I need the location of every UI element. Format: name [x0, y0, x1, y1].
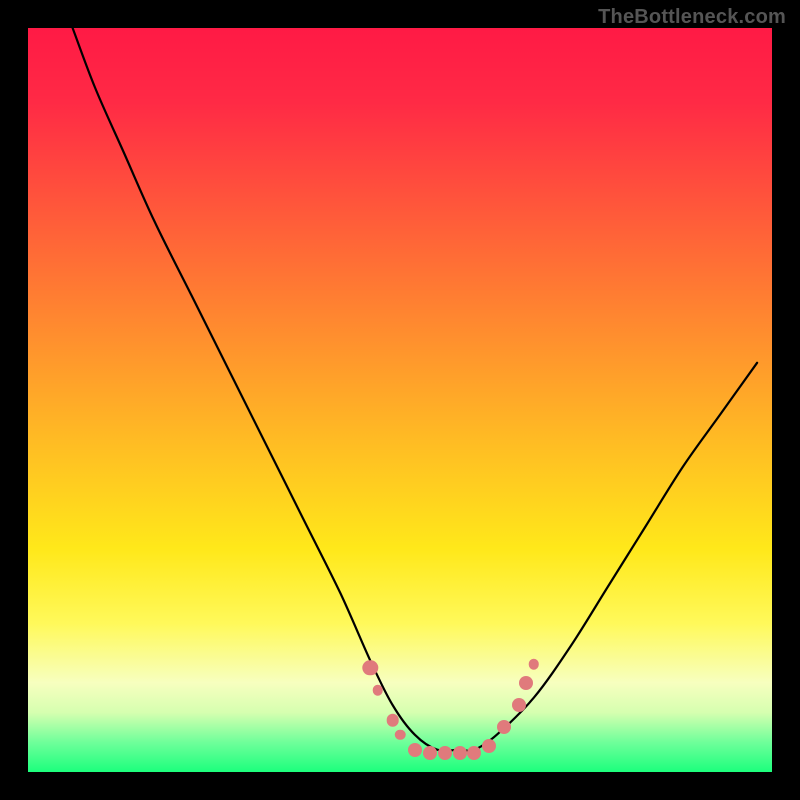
curve-marker — [497, 720, 511, 734]
curve-marker — [512, 698, 526, 712]
curve-marker — [438, 746, 452, 760]
curve-marker — [453, 746, 467, 760]
curve-marker — [482, 739, 496, 753]
curve-marker — [467, 746, 481, 760]
curve-marker — [372, 685, 383, 696]
curve-svg — [28, 28, 772, 772]
plot-area — [28, 28, 772, 772]
watermark-text: TheBottleneck.com — [598, 6, 786, 29]
curve-marker — [519, 676, 533, 690]
curve-marker — [395, 730, 406, 741]
bottleneck-curve — [73, 28, 758, 751]
curve-marker — [386, 714, 399, 727]
curve-marker — [529, 659, 540, 670]
curve-marker — [423, 746, 437, 760]
outer-frame: TheBottleneck.com — [0, 0, 800, 800]
curve-marker — [408, 743, 422, 757]
